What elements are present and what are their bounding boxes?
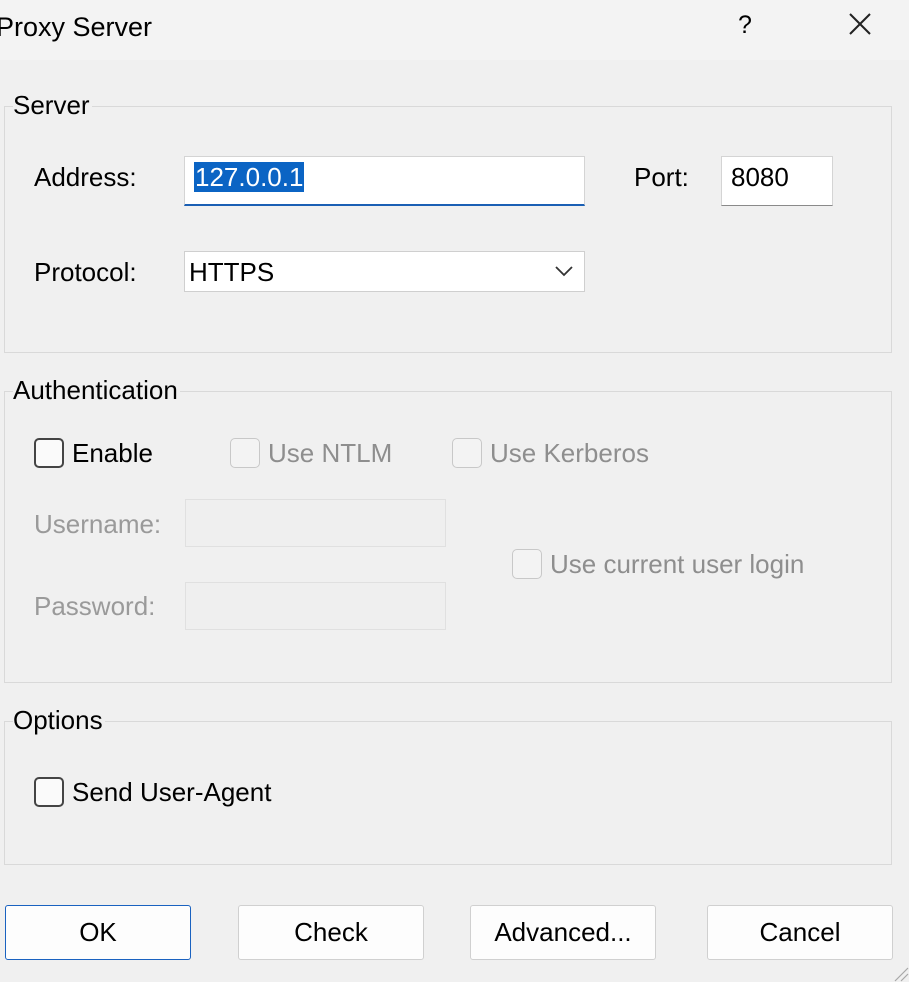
kerberos-label: Use Kerberos bbox=[490, 438, 649, 468]
port-label: Port: bbox=[634, 162, 689, 192]
help-button[interactable]: ? bbox=[732, 8, 758, 42]
authentication-group-legend: Authentication bbox=[13, 374, 180, 406]
title-bar: Proxy Server ? bbox=[0, 0, 909, 60]
protocol-select[interactable]: HTTPS bbox=[184, 251, 585, 292]
address-input-value: 127.0.0.1 bbox=[194, 162, 305, 192]
server-group: Server bbox=[4, 89, 892, 353]
port-input-value: 8080 bbox=[731, 162, 789, 192]
server-group-legend: Server bbox=[13, 89, 92, 121]
chevron-down-icon bbox=[554, 264, 574, 278]
ntlm-checkbox bbox=[230, 438, 260, 468]
password-label: Password: bbox=[34, 591, 156, 621]
protocol-label: Protocol: bbox=[34, 257, 137, 287]
kerberos-checkbox bbox=[452, 438, 482, 468]
send-user-agent-label: Send User-Agent bbox=[72, 777, 272, 807]
close-icon bbox=[849, 13, 871, 35]
current-user-checkbox bbox=[512, 549, 542, 579]
enable-label: Enable bbox=[72, 438, 153, 468]
close-button[interactable] bbox=[842, 6, 878, 42]
advanced-button[interactable]: Advanced... bbox=[470, 905, 656, 960]
check-button[interactable]: Check bbox=[238, 905, 424, 960]
cancel-button[interactable]: Cancel bbox=[707, 905, 893, 960]
address-input[interactable]: 127.0.0.1 bbox=[184, 156, 585, 206]
ok-button[interactable]: OK bbox=[5, 905, 191, 960]
enable-checkbox[interactable] bbox=[34, 438, 64, 468]
protocol-select-value: HTTPS bbox=[189, 257, 275, 287]
password-input bbox=[185, 582, 446, 630]
ntlm-label: Use NTLM bbox=[268, 438, 393, 468]
window-title: Proxy Server bbox=[0, 12, 153, 42]
username-input bbox=[185, 499, 446, 547]
resize-grip-icon[interactable] bbox=[889, 962, 909, 982]
current-user-label: Use current user login bbox=[550, 549, 805, 579]
port-input[interactable]: 8080 bbox=[721, 156, 833, 206]
options-group-legend: Options bbox=[13, 704, 105, 736]
address-label: Address: bbox=[34, 162, 137, 192]
send-user-agent-checkbox[interactable] bbox=[34, 777, 64, 807]
username-label: Username: bbox=[34, 509, 162, 539]
